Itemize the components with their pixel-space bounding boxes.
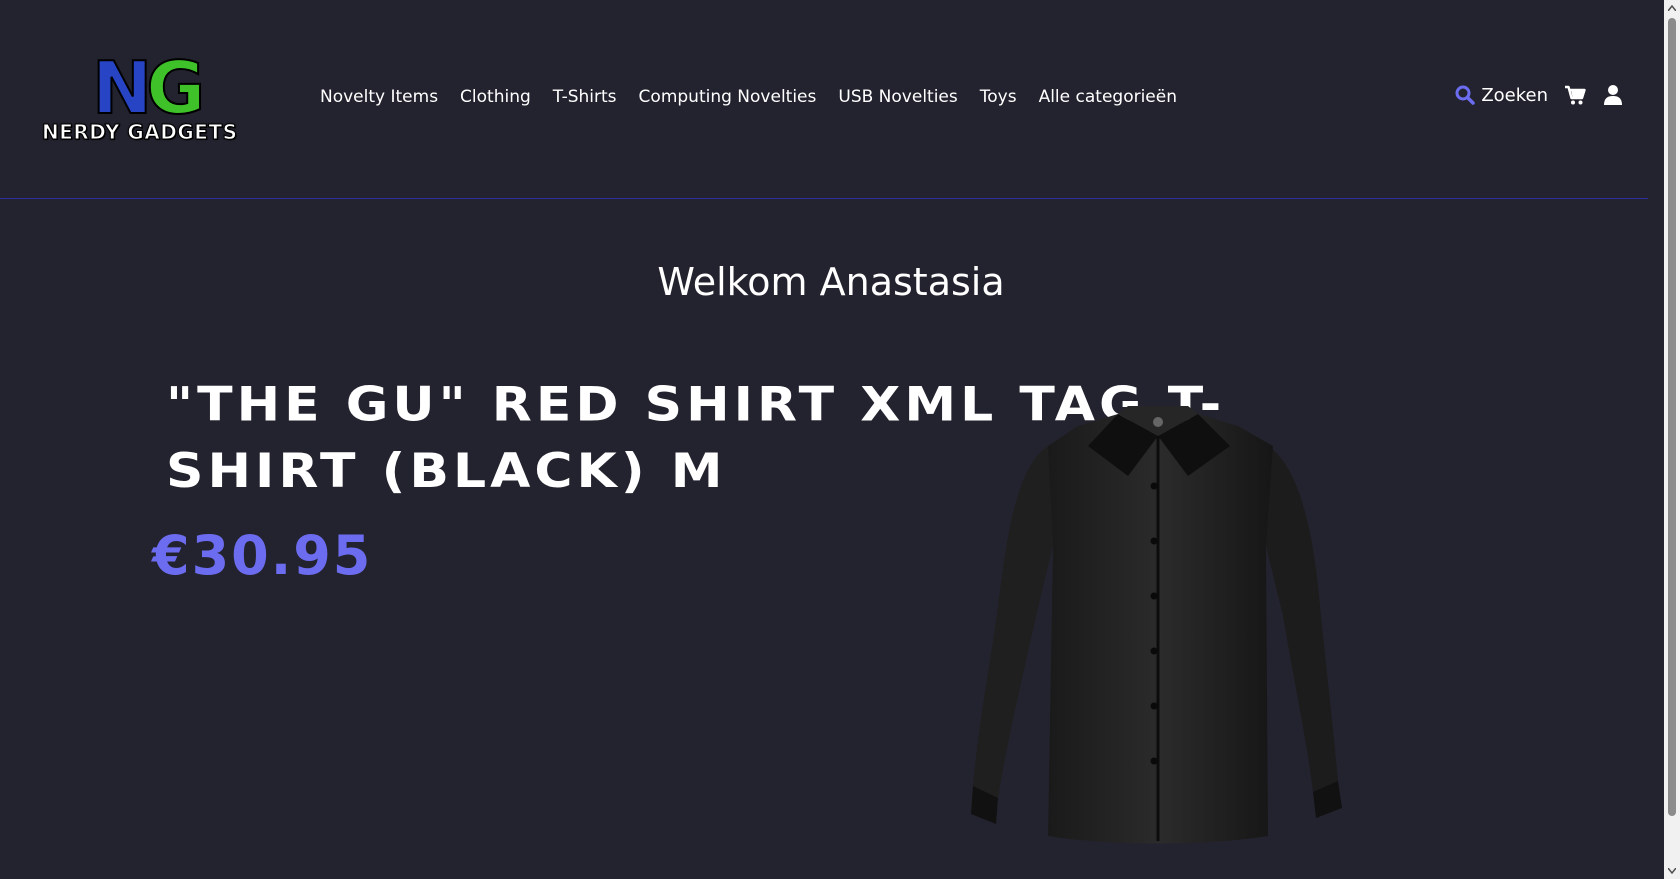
nav-item-toys[interactable]: Toys — [980, 87, 1017, 107]
search-link[interactable]: Zoeken — [1455, 85, 1548, 106]
site-header: NG NERDY GADGETS Novelty Items Clothing … — [0, 0, 1648, 199]
nav-item-usb-novelties[interactable]: USB Novelties — [838, 87, 957, 107]
welcome-heading: Welkom Anastasia — [657, 260, 1005, 304]
nav-item-clothing[interactable]: Clothing — [460, 87, 531, 107]
search-icon — [1455, 85, 1476, 105]
product-image[interactable] — [968, 406, 1348, 846]
site-logo[interactable]: NG NERDY GADGETS — [42, 51, 266, 146]
vertical-scrollbar[interactable] — [1664, 0, 1680, 879]
header-tools: Zoeken — [1455, 84, 1624, 106]
nav-item-t-shirts[interactable]: T-Shirts — [553, 87, 617, 107]
scroll-down-arrow-icon[interactable] — [1664, 863, 1680, 879]
page: NG NERDY GADGETS Novelty Items Clothing … — [0, 0, 1680, 879]
nav-item-novelty-items[interactable]: Novelty Items — [320, 87, 438, 107]
nav-item-all-categories[interactable]: Alle categorieën — [1039, 87, 1177, 107]
user-icon[interactable] — [1602, 84, 1624, 106]
scroll-up-arrow-icon[interactable] — [1664, 0, 1680, 16]
main-navigation: Novelty Items Clothing T-Shirts Computin… — [320, 87, 1199, 107]
logo-letter-g: G — [145, 46, 206, 130]
cart-icon[interactable] — [1564, 84, 1586, 106]
scrollbar-thumb[interactable] — [1668, 18, 1676, 816]
nav-item-computing-novelties[interactable]: Computing Novelties — [639, 87, 817, 107]
logo-wordmark: NERDY GADGETS — [42, 120, 238, 145]
search-label: Zoeken — [1481, 84, 1548, 106]
logo-letter-n: N — [91, 46, 153, 130]
product-price: €30.95 — [152, 524, 373, 587]
logo-monogram: NG — [91, 51, 206, 125]
